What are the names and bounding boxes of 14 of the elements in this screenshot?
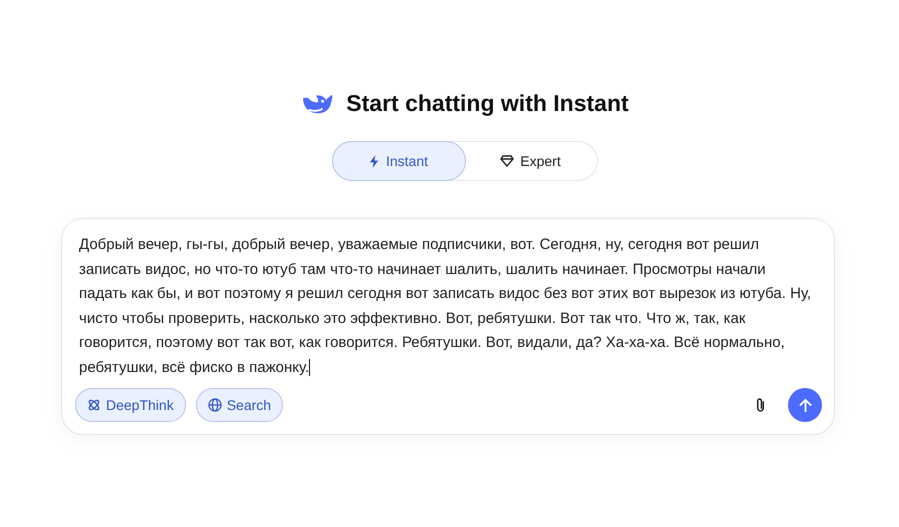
atom-icon (87, 398, 101, 412)
mode-tab[interactable]: Instant (332, 141, 466, 181)
diamond-icon (500, 155, 514, 167)
arrow-up-icon (798, 398, 812, 412)
globe-icon (208, 398, 222, 412)
paperclip-icon[interactable] (755, 396, 766, 414)
mode-tab[interactable]: Expert (464, 141, 598, 181)
message-input-text: Добрый вечер, гы-гы, добрый вечер, уважаемые подписчики, вот. Сегодня, ну, сегодня вот решил записать видос, но что-то ютуб там что-то начинает шалить, шалить начинает. Просмотры начали падать как бы, и вот поэтому я решил сегодня вот записать видос без вот этих вот вырезок из ютуба. Ну, чисто чтобы проверить, насколько это эффективно. Вот, ребятушки. Вот так что. Что ж, так, как говорится, поэтому вот так вот, как говорится. Ребятушки. Вот, видали, да? Ха-ха-ха. Всё нормально, ребятушки, всё фиско в пажонку. (79, 235, 812, 378)
message-composer[interactable] (61, 218, 835, 435)
toggle-button[interactable]: Search (196, 388, 284, 422)
toggle-button[interactable]: DeepThink (75, 388, 186, 422)
send-button[interactable] (788, 388, 822, 422)
lightning-icon (368, 154, 380, 168)
page-title: Start chatting with Instant (346, 90, 629, 117)
